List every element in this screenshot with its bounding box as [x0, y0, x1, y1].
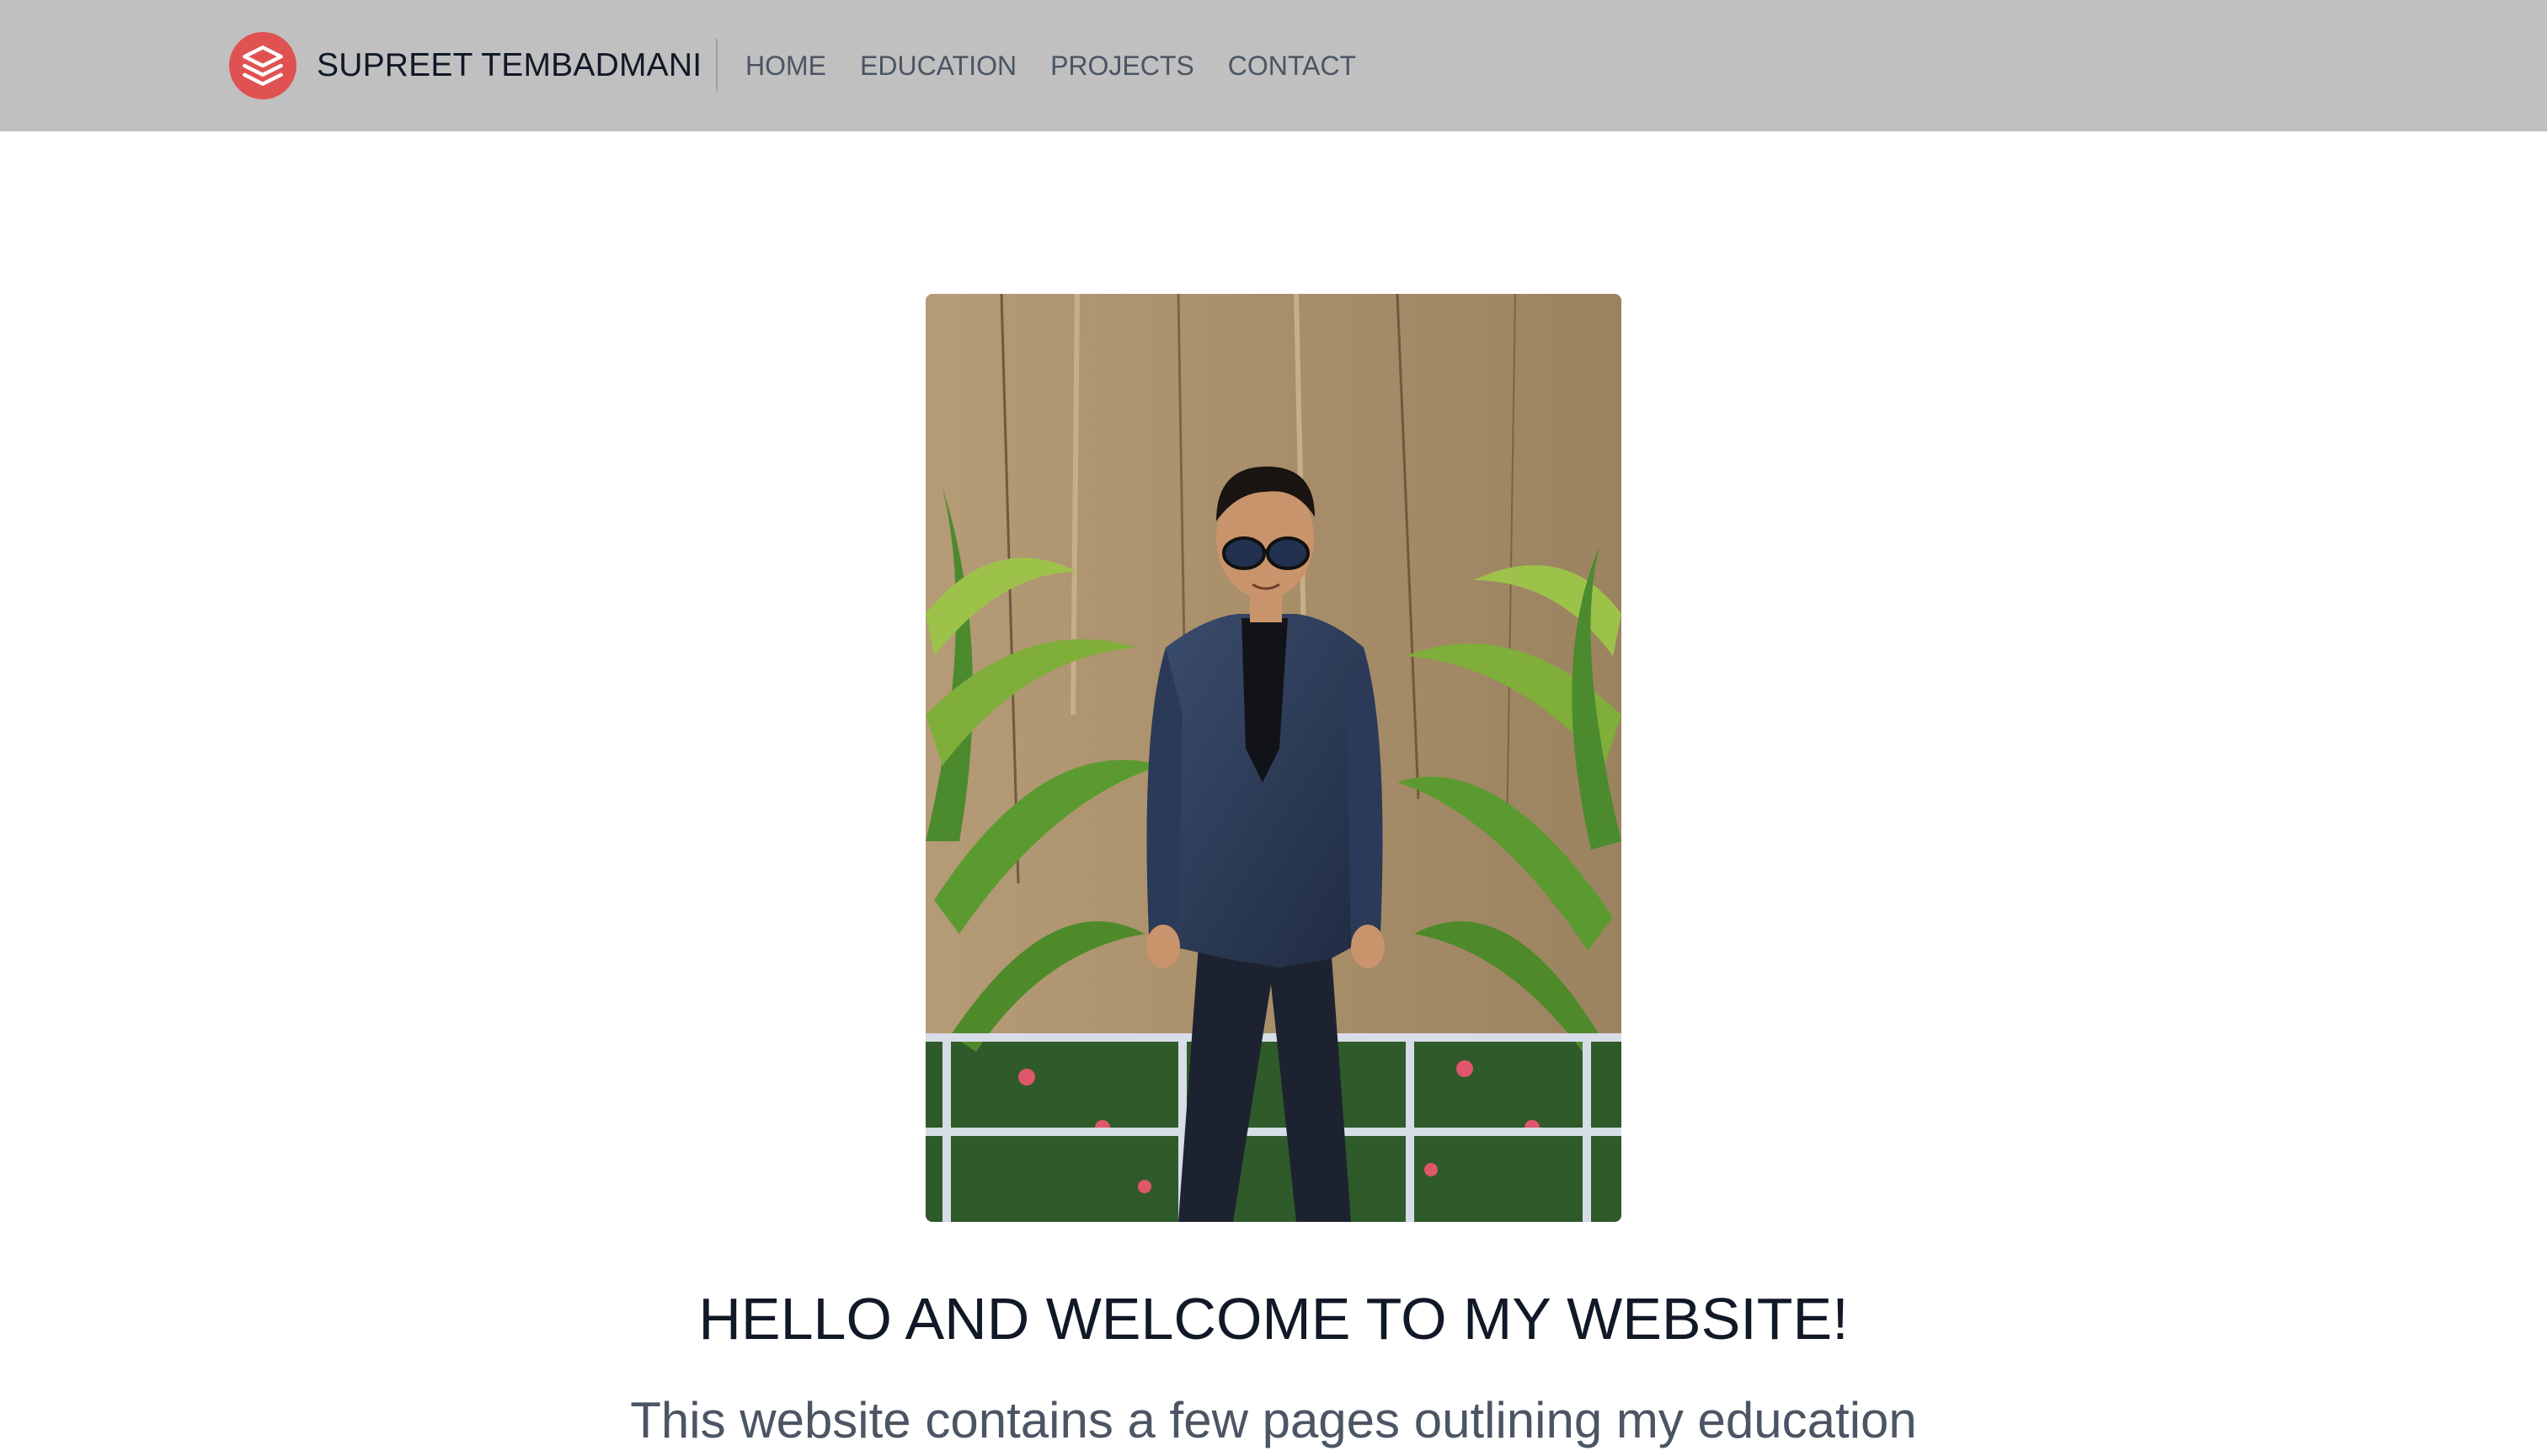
nav-divider	[716, 39, 718, 91]
brand-name: SUPREET TEMBADMANI	[317, 47, 702, 83]
page-headline: HELLO AND WELCOME TO MY WEBSITE!	[698, 1286, 1849, 1352]
layers-icon	[229, 32, 296, 99]
nav-projects[interactable]: PROJECTS	[1050, 51, 1194, 82]
profile-photo	[926, 294, 1621, 1222]
nav-education[interactable]: EDUCATION	[860, 51, 1017, 82]
main-nav: HOME EDUCATION PROJECTS CONTACT	[745, 47, 1356, 84]
intro-text: This website contains a few pages outlin…	[630, 1392, 1917, 1448]
nav-contact[interactable]: CONTACT	[1228, 51, 1356, 82]
top-navbar: SUPREET TEMBADMANI HOME EDUCATION PROJEC…	[0, 0, 2547, 131]
brand-link[interactable]: SUPREET TEMBADMANI	[229, 32, 702, 99]
nav-home[interactable]: HOME	[745, 51, 826, 82]
